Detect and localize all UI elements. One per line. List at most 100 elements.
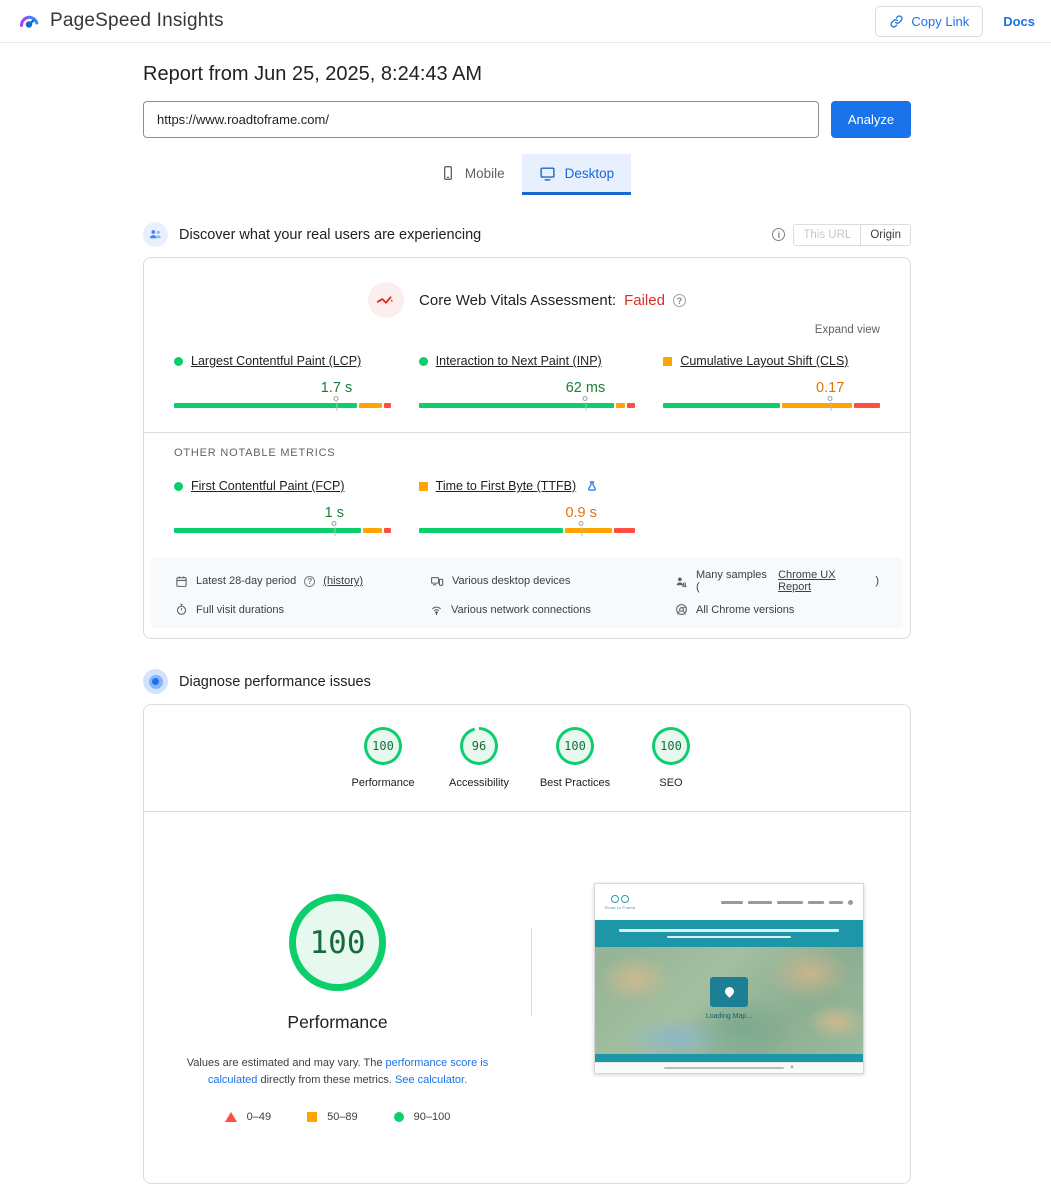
meta-samples-close: ) xyxy=(875,575,879,587)
field-section-title: Discover what your real users are experi… xyxy=(179,227,481,243)
info-icon[interactable]: i xyxy=(772,228,785,241)
score-legend: 0–49 50–89 90–100 xyxy=(225,1111,451,1123)
samples-people-icon xyxy=(675,575,688,588)
see-calculator-link[interactable]: See calculator. xyxy=(395,1074,467,1086)
thumbnail-nav xyxy=(721,900,853,905)
final-screenshot-thumbnail[interactable]: Road to Frame Loading Map... × xyxy=(594,883,864,1074)
analyze-button[interactable]: Analyze xyxy=(831,101,911,138)
inp-distribution-bar xyxy=(419,403,636,408)
legend-poor-range: 0–49 xyxy=(247,1111,271,1123)
meta-devices-label: Various desktop devices xyxy=(452,575,570,587)
inp-label[interactable]: Interaction to Next Paint (INP) xyxy=(436,354,602,368)
expand-view-link[interactable]: Expand view xyxy=(815,324,880,336)
lcp-label[interactable]: Largest Contentful Paint (LCP) xyxy=(191,354,361,368)
chrome-icon xyxy=(675,603,688,616)
best-practices-score-label: Best Practices xyxy=(540,777,610,789)
thumbnail-map: Loading Map... xyxy=(595,947,863,1054)
score-seo[interactable]: 100 SEO xyxy=(634,727,708,789)
thumbnail-footer-bar xyxy=(595,1054,863,1062)
legend-good-range: 90–100 xyxy=(414,1111,451,1123)
cls-status-dot xyxy=(663,357,672,366)
lcp-value: 1.7 s xyxy=(321,380,352,396)
bicycle-logo-icon xyxy=(611,895,629,903)
crux-metadata: Latest 28-day period ? (history) Various… xyxy=(151,557,903,628)
cwv-assessment-label: Core Web Vitals Assessment: xyxy=(419,292,616,309)
thumbnail-site-header: Road to Frame xyxy=(595,884,863,920)
legend-average: 50–89 xyxy=(307,1111,358,1123)
period-info-icon[interactable]: ? xyxy=(304,576,315,587)
link-icon xyxy=(889,14,904,29)
score-performance[interactable]: 100 Performance xyxy=(346,727,420,789)
device-tabs: Mobile Desktop xyxy=(143,154,911,192)
map-loading-text: Loading Map... xyxy=(706,1013,752,1020)
good-circle-icon xyxy=(394,1112,404,1122)
fcp-label[interactable]: First Contentful Paint (FCP) xyxy=(191,479,345,493)
tab-desktop-label: Desktop xyxy=(565,166,615,181)
legend-good: 90–100 xyxy=(394,1111,451,1123)
this-url-toggle[interactable]: This URL xyxy=(794,225,860,245)
meta-durations-label: Full visit durations xyxy=(196,604,284,616)
map-icon xyxy=(710,977,748,1007)
disclaimer-text: Values are estimated and may vary. The xyxy=(187,1057,386,1069)
tab-mobile[interactable]: Mobile xyxy=(423,154,522,192)
metric-ttfb: Time to First Byte (TTFB) 0.9 s xyxy=(419,479,636,533)
thumbnail-cookie-bar: × xyxy=(595,1062,863,1073)
ttfb-label[interactable]: Time to First Byte (TTFB) xyxy=(436,479,577,493)
meta-samples: Many samples (Chrome UX Report) xyxy=(675,569,879,593)
performance-score-label: Performance xyxy=(352,777,415,789)
url-input[interactable] xyxy=(143,101,819,138)
stopwatch-icon xyxy=(175,603,188,616)
help-icon[interactable]: ? xyxy=(673,294,686,307)
report-title: Report from Jun 25, 2025, 8:24:43 AM xyxy=(143,63,911,86)
seo-gauge: 100 xyxy=(652,727,690,765)
best-practices-gauge: 100 xyxy=(556,727,594,765)
origin-toggle[interactable]: Origin xyxy=(860,225,910,245)
best-practices-score: 100 xyxy=(564,739,586,753)
tab-desktop[interactable]: Desktop xyxy=(522,154,632,192)
cwv-assessment-result: Failed xyxy=(624,292,665,309)
ttfb-value: 0.9 s xyxy=(565,505,596,521)
divider xyxy=(144,432,910,433)
score-accessibility[interactable]: 96 Accessibility xyxy=(442,727,516,789)
metric-cls: Cumulative Layout Shift (CLS) 0.17 xyxy=(663,354,880,408)
fcp-value: 1 s xyxy=(325,505,344,521)
field-data-card: Core Web Vitals Assessment: Failed ? Exp… xyxy=(143,257,911,639)
copy-link-button[interactable]: Copy Link xyxy=(875,6,983,37)
app-header: PageSpeed Insights Copy Link Docs xyxy=(0,0,1051,43)
calendar-icon xyxy=(175,575,188,588)
mobile-phone-icon xyxy=(440,165,456,181)
tab-mobile-label: Mobile xyxy=(465,166,505,181)
devices-icon xyxy=(430,575,444,588)
cls-label[interactable]: Cumulative Layout Shift (CLS) xyxy=(680,354,848,368)
main-performance-label: Performance xyxy=(287,1012,387,1033)
url-origin-toggle: This URL Origin xyxy=(793,224,911,246)
meta-network: Various network connections xyxy=(430,603,675,616)
fcp-status-dot xyxy=(174,482,183,491)
metric-inp: Interaction to Next Paint (INP) 62 ms xyxy=(419,354,636,408)
thumbnail-banner xyxy=(595,920,863,947)
real-users-icon xyxy=(143,222,168,247)
meta-period: Latest 28-day period ? (history) xyxy=(175,569,430,593)
inp-value: 62 ms xyxy=(566,380,606,396)
meta-devices: Various desktop devices xyxy=(430,569,675,593)
diagnose-icon xyxy=(143,669,168,694)
disclaimer-text-2: directly from these metrics. xyxy=(257,1074,395,1086)
ttfb-distribution-bar xyxy=(419,528,636,533)
metric-fcp: First Contentful Paint (FCP) 1 s xyxy=(174,479,391,533)
score-best-practices[interactable]: 100 Best Practices xyxy=(538,727,612,789)
thumbnail-site-name: Road to Frame xyxy=(605,905,636,910)
docs-link[interactable]: Docs xyxy=(1003,14,1035,29)
desktop-monitor-icon xyxy=(539,165,556,182)
poor-triangle-icon xyxy=(225,1112,237,1122)
other-metrics-label: OTHER NOTABLE METRICS xyxy=(174,447,880,459)
crux-report-link[interactable]: Chrome UX Report xyxy=(778,569,867,593)
lcp-distribution-bar xyxy=(174,403,391,408)
experimental-flask-icon xyxy=(586,480,598,493)
average-square-icon xyxy=(307,1112,317,1122)
core-web-vitals-icon xyxy=(368,282,404,318)
seo-score: 100 xyxy=(660,739,682,753)
cls-value: 0.17 xyxy=(816,380,844,396)
accessibility-score-label: Accessibility xyxy=(449,777,509,789)
history-link[interactable]: (history) xyxy=(323,575,363,587)
copy-link-label: Copy Link xyxy=(911,14,969,29)
